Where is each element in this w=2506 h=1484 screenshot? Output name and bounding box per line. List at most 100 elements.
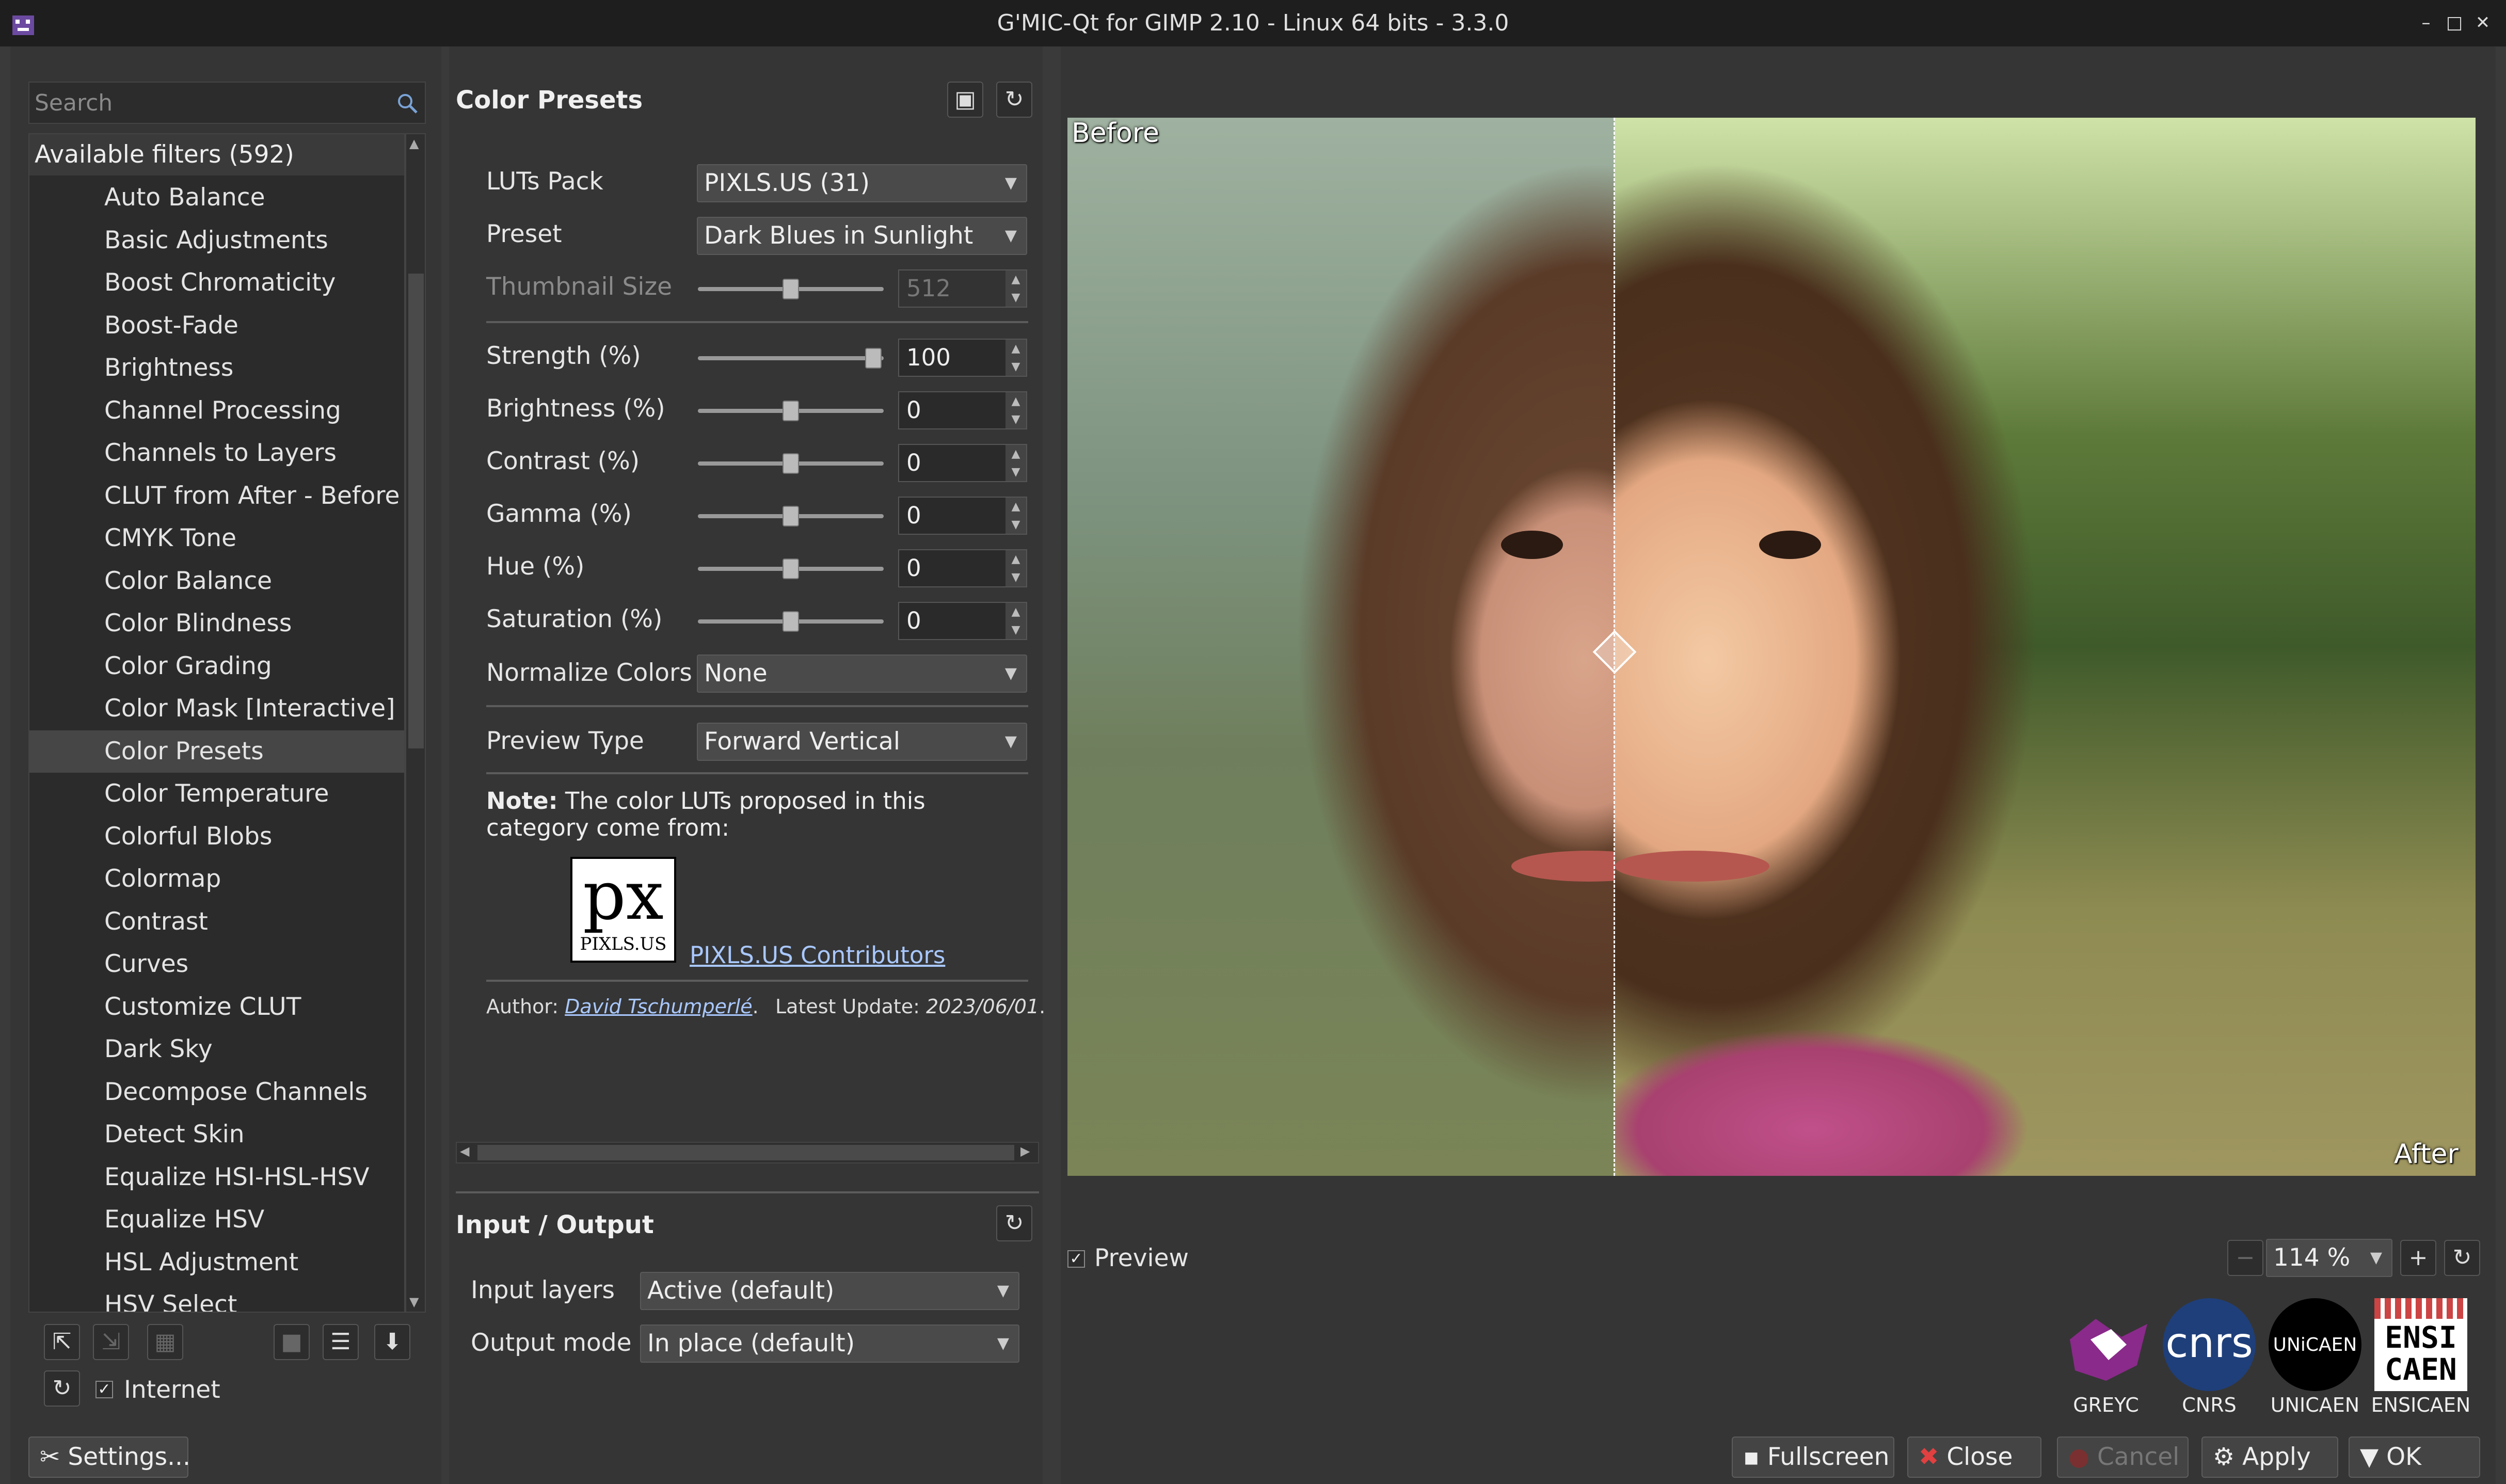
contrast-handle[interactable] [783, 453, 799, 474]
add-fave-button[interactable]: ⇱ [44, 1324, 80, 1360]
spin-arrows-icon[interactable]: ▲ ▼ [1005, 603, 1026, 639]
filter-item[interactable]: HSL Adjustment [29, 1241, 404, 1284]
normalize-colors-select[interactable]: None ▼ [697, 655, 1027, 693]
copy-command-button[interactable]: ▣ [947, 82, 983, 118]
filter-item[interactable]: Customize CLUT [29, 986, 404, 1029]
pixls-contributors-link[interactable]: PIXLS.US Contributors [690, 942, 945, 969]
strength-handle[interactable] [865, 348, 882, 369]
gamma-spinbox[interactable]: 0 ▲ ▼ [898, 497, 1027, 535]
visibility-button[interactable]: ■ [274, 1324, 310, 1360]
filter-item[interactable]: Equalize HSV [29, 1199, 404, 1241]
strength-slider[interactable] [698, 356, 884, 360]
filter-item[interactable]: Detect Skin [29, 1113, 404, 1156]
luts-pack-select[interactable]: PIXLS.US (31) ▼ [697, 164, 1027, 202]
filter-item[interactable]: Decompose Channels [29, 1071, 404, 1114]
maximize-button[interactable]: □ [2444, 12, 2465, 33]
scrollbar-thumb[interactable] [408, 274, 424, 748]
preview-checkbox[interactable]: ✓ [1067, 1250, 1085, 1268]
preset-select[interactable]: Dark Blues in Sunlight ▼ [697, 217, 1027, 255]
cancel-button[interactable]: ● Cancel [2057, 1437, 2189, 1478]
author-link[interactable]: David Tschumperlé [565, 995, 752, 1018]
filter-item[interactable]: CMYK Tone [29, 517, 404, 560]
splitter[interactable] [456, 1191, 1039, 1193]
scroll-right-icon[interactable]: ▶ [1020, 1144, 1030, 1158]
params-h-scrollbar[interactable]: ◀ ▶ [456, 1142, 1039, 1163]
filter-item[interactable]: Boost-Fade [29, 305, 404, 347]
output-mode-select[interactable]: In place (default) ▼ [640, 1325, 1019, 1363]
filter-item[interactable]: Curves [29, 943, 404, 986]
chevron-down-icon[interactable]: ▼ [2370, 1240, 2382, 1276]
preview-image[interactable]: Before After [1067, 118, 2476, 1176]
ok-button[interactable]: ▼ OK [2349, 1437, 2480, 1478]
spin-arrows-icon[interactable]: ▲ ▼ [1005, 340, 1026, 376]
scrollbar-thumb[interactable] [477, 1145, 1014, 1160]
fullscreen-button[interactable]: ▪ Fullscreen [1732, 1437, 1894, 1478]
internet-checkbox[interactable]: ✓ [95, 1381, 113, 1398]
filter-item[interactable]: Dark Sky [29, 1028, 404, 1071]
scroll-up-icon[interactable]: ▲ [409, 136, 419, 151]
filter-item[interactable]: Basic Adjustments [29, 219, 404, 262]
filter-item[interactable]: HSV Select [29, 1284, 404, 1312]
filter-item[interactable]: Color Presets [29, 730, 404, 773]
strength-spinbox[interactable]: 100 ▲ ▼ [898, 339, 1027, 377]
filter-item[interactable]: Color Mask [Interactive] [29, 688, 404, 730]
spin-arrows-icon[interactable]: ▲ ▼ [1005, 270, 1026, 307]
hue-spinbox[interactable]: 0 ▲ ▼ [898, 549, 1027, 587]
filter-item[interactable]: Channels to Layers [29, 432, 404, 475]
filter-item[interactable]: Equalize HSI-HSL-HSV [29, 1156, 404, 1199]
filter-item[interactable]: Color Balance [29, 560, 404, 603]
apply-button[interactable]: ⚙ Apply [2201, 1437, 2338, 1478]
input-layers-select[interactable]: Active (default) ▼ [640, 1272, 1019, 1310]
expand-collapse-button[interactable]: ⬇ [374, 1324, 410, 1360]
filter-item[interactable]: Auto Balance [29, 177, 404, 219]
reset-params-button[interactable]: ↻ [996, 82, 1032, 118]
filter-item[interactable]: Color Grading [29, 645, 404, 688]
chevron-down-icon[interactable]: ▼ [997, 1273, 1009, 1309]
gamma-handle[interactable] [783, 506, 799, 526]
saturation-spinbox[interactable]: 0 ▲ ▼ [898, 602, 1027, 640]
filter-item[interactable]: Colormap [29, 858, 404, 901]
filter-item[interactable]: Channel Processing [29, 390, 404, 433]
preview-type-select[interactable]: Forward Vertical ▼ [697, 723, 1027, 761]
spin-arrows-icon[interactable]: ▲ ▼ [1005, 550, 1026, 586]
spin-arrows-icon[interactable]: ▲ ▼ [1005, 445, 1026, 481]
chevron-down-icon[interactable]: ▼ [997, 1326, 1009, 1362]
zoom-out-button[interactable]: − [2227, 1240, 2263, 1276]
filter-item[interactable]: Boost Chromaticity [29, 262, 404, 305]
spin-arrows-icon[interactable]: ▲ ▼ [1005, 498, 1026, 534]
filter-item[interactable]: Colorful Blobs [29, 816, 404, 858]
saturation-handle[interactable] [783, 611, 799, 632]
scroll-down-icon[interactable]: ▼ [409, 1295, 419, 1309]
zoom-select[interactable]: 114 % ▼ [2266, 1239, 2392, 1277]
contrast-spinbox[interactable]: 0 ▲ ▼ [898, 444, 1027, 482]
filter-list-scrollbar[interactable]: ▲ ▼ [405, 133, 426, 1313]
chevron-down-icon[interactable]: ▼ [1005, 724, 1017, 760]
chevron-down-icon[interactable]: ▼ [1005, 656, 1017, 692]
filter-item[interactable]: Color Temperature [29, 773, 404, 816]
settings-button[interactable]: ✂ Settings... [28, 1437, 190, 1478]
brightness-handle[interactable] [783, 401, 799, 421]
close-button[interactable]: ✖ Close [1907, 1437, 2041, 1478]
filter-item[interactable]: Brightness [29, 347, 404, 390]
remove-fave-icon: ⇲ [101, 1329, 121, 1355]
hue-handle[interactable] [783, 559, 799, 579]
refresh-filters-button[interactable]: ↻ [44, 1370, 80, 1407]
list-options-button[interactable]: ☰ [323, 1324, 359, 1360]
filter-item[interactable]: Color Blindness [29, 602, 404, 645]
zoom-in-button[interactable]: + [2400, 1240, 2436, 1276]
search-input[interactable]: Search [28, 82, 426, 124]
thumbnail-size-spinbox[interactable]: 512 ▲ ▼ [898, 269, 1027, 308]
rename-fave-button[interactable]: ▦ [147, 1324, 183, 1360]
filter-item[interactable]: CLUT from After - Before L [29, 475, 404, 518]
close-window-button[interactable]: ✕ [2472, 12, 2493, 33]
spin-arrows-icon[interactable]: ▲ ▼ [1005, 392, 1026, 428]
remove-fave-button[interactable]: ⇲ [93, 1324, 129, 1360]
reset-zoom-button[interactable]: ↻ [2444, 1240, 2480, 1276]
filter-tree[interactable]: Available filters (592) Auto Balance Basi… [28, 133, 405, 1313]
minimize-button[interactable]: – [2416, 12, 2436, 33]
scroll-left-icon[interactable]: ◀ [460, 1144, 469, 1158]
brightness-spinbox[interactable]: 0 ▲ ▼ [898, 391, 1027, 429]
filter-item[interactable]: Contrast [29, 901, 404, 944]
reset-io-button[interactable]: ↻ [996, 1205, 1032, 1241]
thumbnail-size-handle[interactable] [783, 279, 799, 299]
